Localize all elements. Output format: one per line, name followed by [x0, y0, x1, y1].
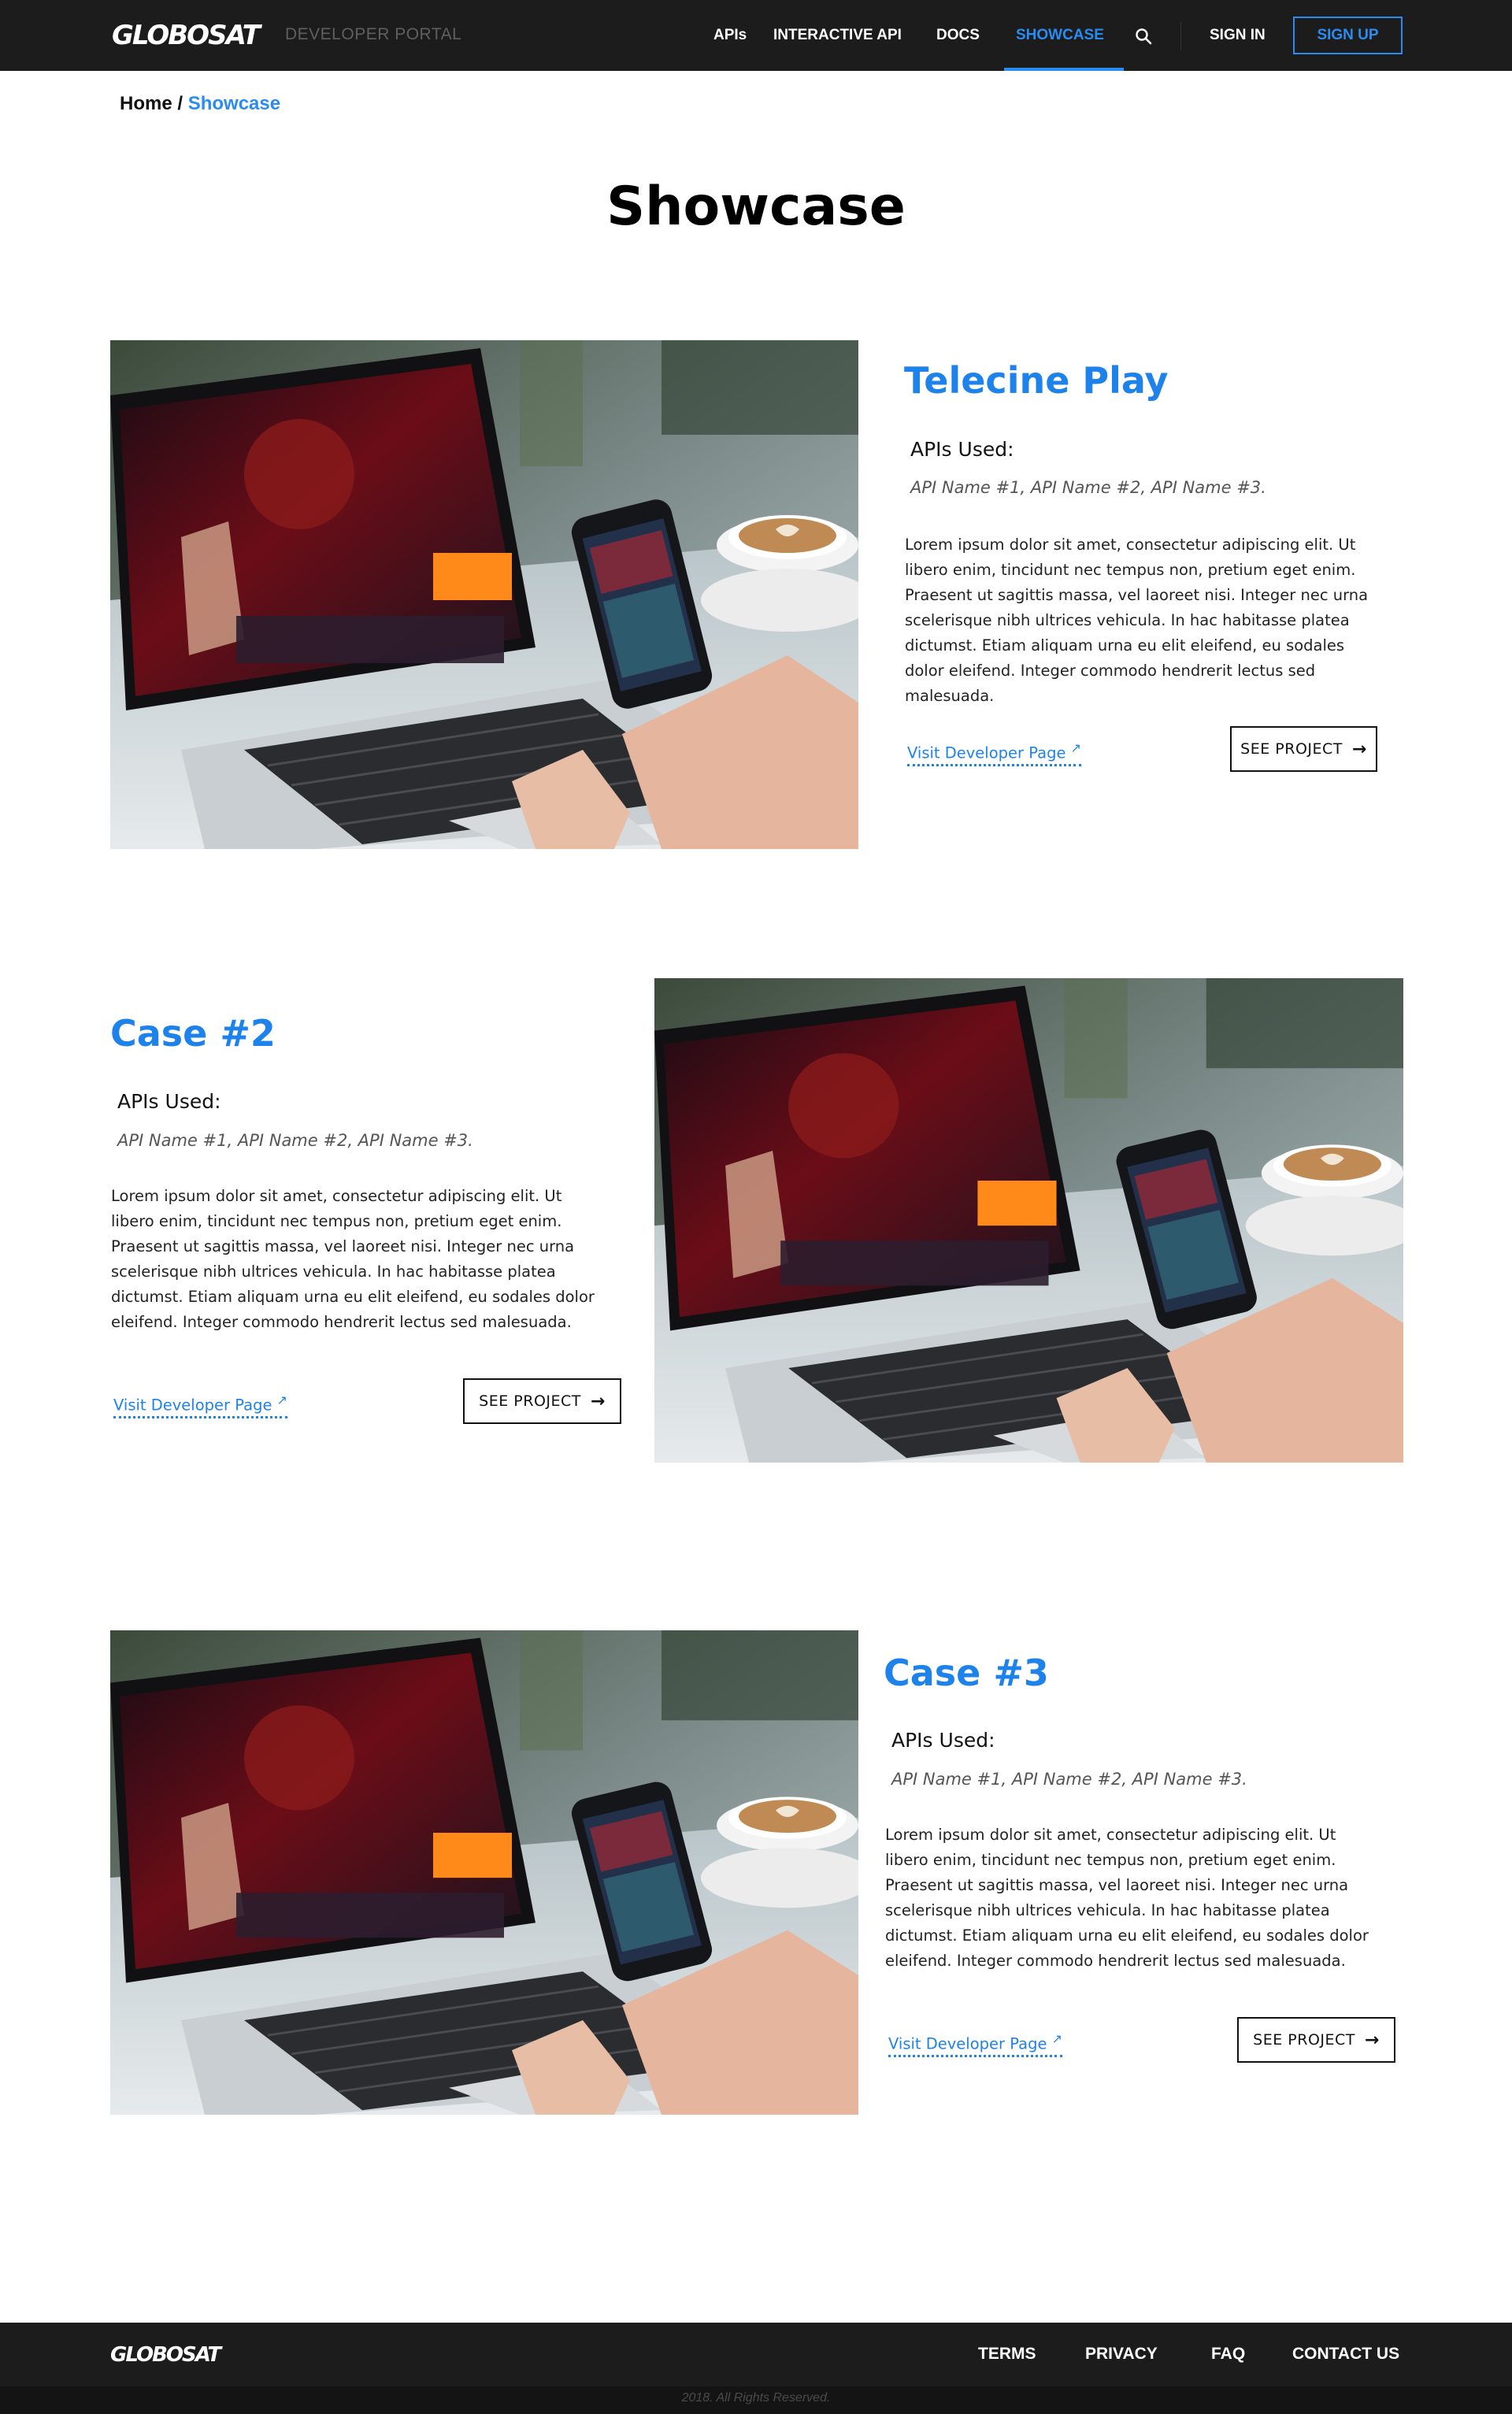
- visit-developer-page-label: Visit Developer Page: [113, 1396, 272, 1415]
- external-link-icon: ↗: [1070, 740, 1081, 755]
- case-image: [654, 978, 1403, 1463]
- footer-link-contact-us[interactable]: CONTACT US: [1292, 2345, 1399, 2364]
- visit-developer-page-link[interactable]: Visit Developer Page ↗: [888, 2031, 1062, 2057]
- portal-label: DEVELOPER PORTAL: [285, 25, 462, 43]
- breadcrumb-current: Showcase: [187, 93, 281, 114]
- see-project-label: SEE PROJECT: [1253, 2031, 1355, 2049]
- apis-list: API Name #1, API Name #2, API Name #3.: [910, 478, 1266, 497]
- external-link-icon: ↗: [1051, 2031, 1062, 2046]
- case-title: Case #3: [884, 1652, 1049, 1694]
- case-photo: [110, 1630, 858, 2115]
- case-photo: [654, 978, 1403, 1463]
- search-icon[interactable]: [1135, 28, 1152, 45]
- external-link-icon: ↗: [276, 1392, 287, 1407]
- nav-item-apis[interactable]: APIs: [713, 0, 747, 71]
- nav-divider: [1180, 22, 1181, 50]
- active-nav-indicator: [1004, 68, 1124, 71]
- apis-used-label: APIs Used:: [891, 1729, 995, 1752]
- arrow-right-icon: →: [1364, 2030, 1380, 2050]
- footer-link-faq[interactable]: FAQ: [1211, 2345, 1245, 2364]
- visit-developer-page-link[interactable]: Visit Developer Page ↗: [907, 740, 1081, 766]
- logo-text: GLOBOSAT: [112, 20, 261, 51]
- breadcrumb-home-link[interactable]: Home: [120, 93, 172, 114]
- see-project-button[interactable]: SEE PROJECT →: [1237, 2017, 1395, 2063]
- nav-item-docs[interactable]: DOCS: [936, 0, 980, 71]
- case-image: [110, 340, 858, 849]
- see-project-label: SEE PROJECT: [1240, 740, 1343, 758]
- breadcrumb: Home / Showcase: [120, 93, 280, 115]
- footer-link-privacy[interactable]: PRIVACY: [1085, 2345, 1158, 2364]
- breadcrumb-separator: /: [177, 93, 183, 114]
- case-title: Telecine Play: [904, 359, 1169, 402]
- sign-in-link[interactable]: SIGN IN: [1210, 0, 1266, 71]
- case-description: Lorem ipsum dolor sit amet, consectetur …: [111, 1187, 595, 1331]
- see-project-button[interactable]: SEE PROJECT →: [463, 1378, 621, 1424]
- apis-list: API Name #1, API Name #2, API Name #3.: [891, 1770, 1247, 1789]
- visit-developer-page-link[interactable]: Visit Developer Page ↗: [113, 1392, 287, 1418]
- case-photo: [110, 340, 858, 849]
- apis-list: API Name #1, API Name #2, API Name #3.: [117, 1131, 473, 1150]
- apis-used-label: APIs Used:: [910, 438, 1014, 461]
- arrow-right-icon: →: [590, 1391, 606, 1411]
- see-project-button[interactable]: SEE PROJECT →: [1230, 726, 1377, 772]
- see-project-label: SEE PROJECT: [479, 1392, 581, 1410]
- sign-up-button[interactable]: SIGN UP: [1293, 17, 1403, 54]
- visit-developer-page-label: Visit Developer Page: [888, 2034, 1047, 2053]
- case-description: Lorem ipsum dolor sit amet, consectetur …: [905, 536, 1369, 705]
- copyright-text: 2018. All Rights Reserved.: [681, 2391, 831, 2405]
- case-title: Case #2: [110, 1012, 276, 1055]
- nav-item-showcase[interactable]: SHOWCASE: [1016, 0, 1104, 71]
- arrow-right-icon: →: [1351, 739, 1367, 759]
- footer-link-terms[interactable]: TERMS: [978, 2345, 1036, 2364]
- visit-developer-page-label: Visit Developer Page: [907, 743, 1066, 762]
- footer-logo[interactable]: GLOBOSAT: [110, 2343, 221, 2367]
- page-title: Showcase: [606, 176, 906, 238]
- top-navigation-bar: GLOBOSAT DEVELOPER PORTAL APIs INTERACTI…: [0, 0, 1512, 71]
- globosat-logo[interactable]: GLOBOSAT: [112, 20, 261, 51]
- nav-item-interactive-api[interactable]: INTERACTIVE API: [773, 0, 902, 71]
- apis-used-label: APIs Used:: [117, 1090, 221, 1113]
- case-description: Lorem ipsum dolor sit amet, consectetur …: [885, 1826, 1369, 1970]
- case-image: [110, 1630, 858, 2115]
